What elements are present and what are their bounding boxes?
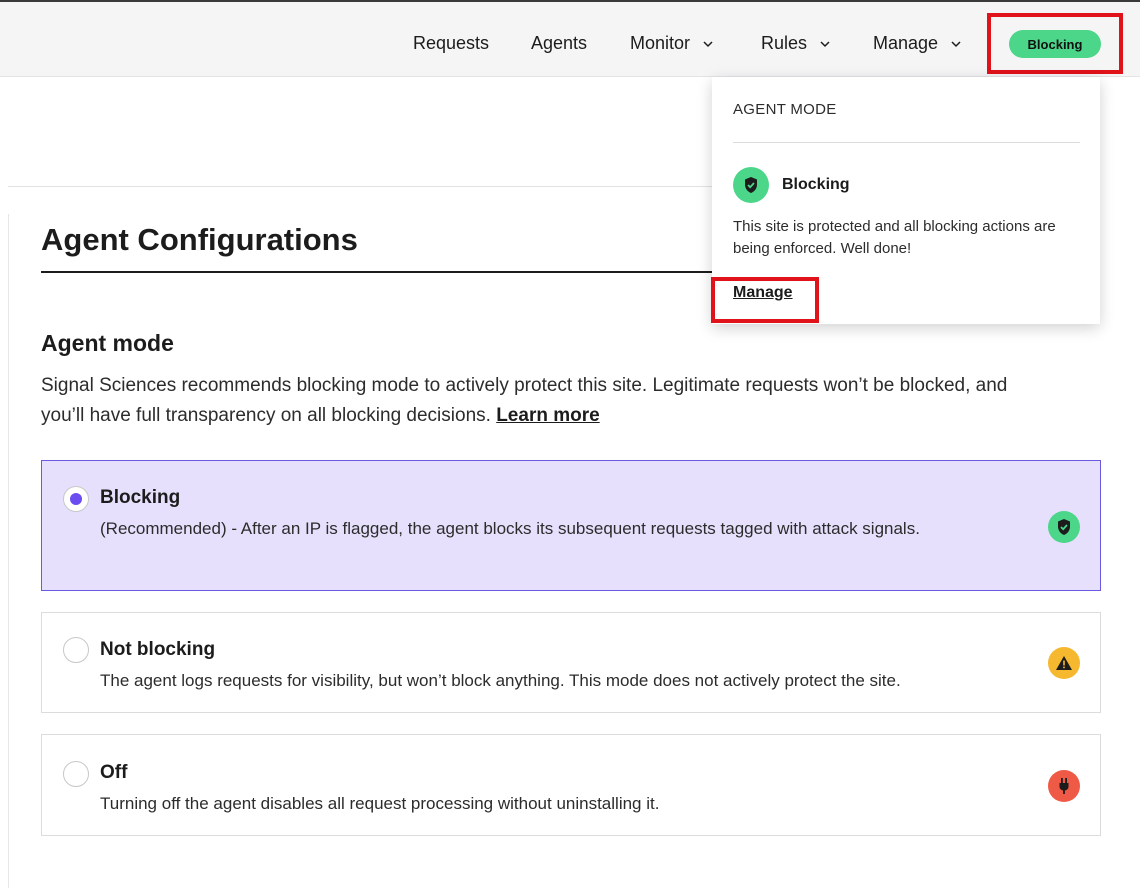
shield-check-icon [1048,511,1080,543]
agent-mode-heading: Agent mode [41,330,174,356]
nav-rules[interactable]: Rules [761,33,831,54]
content-left-border [8,214,9,888]
nav-agents[interactable]: Agents [531,33,587,54]
nav-agents-label: Agents [531,33,588,53]
header-divider [8,186,728,187]
popover-divider [733,142,1080,143]
nav-manage-label: Manage [873,33,939,53]
page-title: Agent Configurations [41,222,358,257]
chevron-down-icon [951,40,961,47]
learn-more-link[interactable]: Learn more [496,405,599,426]
option-title: Not blocking [100,639,216,660]
agent-mode-description: Signal Sciences recommends blocking mode… [41,371,1051,431]
option-description: (Recommended) - After an IP is flagged, … [100,519,920,538]
popover-heading: AGENT MODE [733,101,837,118]
agent-mode-popover: AGENT MODE Blocking This site is protect… [712,77,1100,324]
nav-manage[interactable]: Manage [873,33,962,54]
popover-mode-label: Blocking [782,176,850,193]
option-off[interactable]: Off Turning off the agent disables all r… [41,734,1101,836]
option-description: The agent logs requests for visibility, … [100,671,901,690]
page: Requests Agents Monitor Rules Manage Blo… [0,0,1140,888]
plug-icon [1048,770,1080,802]
option-description: Turning off the agent disables all reque… [100,794,660,813]
popover-description: This site is protected and all blocking … [733,218,1056,257]
agent-mode-badge[interactable]: Blocking [1009,30,1101,58]
radio-blocking[interactable] [63,486,89,512]
option-blocking[interactable]: Blocking (Recommended) - After an IP is … [41,460,1101,591]
shield-check-icon [733,167,769,203]
chevron-down-icon [703,40,713,47]
top-nav-bar: Requests Agents Monitor Rules Manage Blo… [0,0,1140,77]
warning-icon [1048,647,1080,679]
chevron-down-icon [820,40,830,47]
popover-manage-link[interactable]: Manage [733,284,793,302]
nav-requests-label: Requests [413,33,490,53]
title-underline [41,271,721,273]
radio-off[interactable] [63,761,89,787]
radio-not-blocking[interactable] [63,637,89,663]
nav-requests[interactable]: Requests [413,33,489,54]
nav-monitor-label: Monitor [630,33,691,53]
option-not-blocking[interactable]: Not blocking The agent logs requests for… [41,612,1101,713]
nav-monitor[interactable]: Monitor [630,33,714,54]
option-title: Blocking [100,487,181,508]
option-title: Off [100,762,128,783]
nav-rules-label: Rules [761,33,808,53]
